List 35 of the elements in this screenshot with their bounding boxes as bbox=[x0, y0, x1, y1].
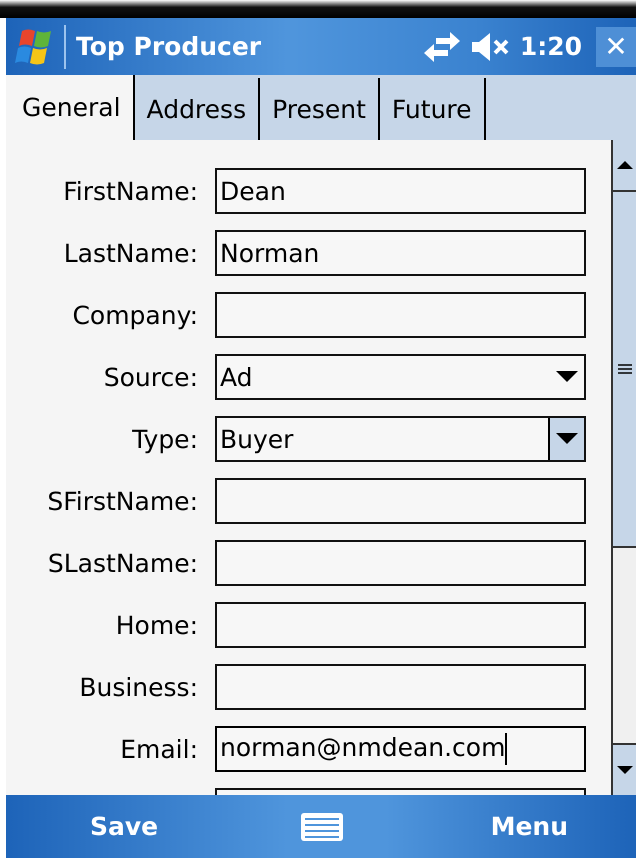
input-field[interactable]: Dean bbox=[215, 168, 586, 214]
dropdown-arrow-icon bbox=[556, 371, 578, 383]
input-field[interactable] bbox=[215, 478, 586, 524]
field-label: SFirstName: bbox=[46, 486, 198, 516]
scroll-up-button[interactable] bbox=[613, 140, 636, 192]
field-label: FirstName: bbox=[62, 176, 198, 206]
field-label: Business: bbox=[78, 672, 198, 702]
connectivity-icon[interactable] bbox=[422, 30, 462, 64]
dropdown-field[interactable]: Buyer bbox=[215, 416, 586, 462]
field-label: Email: bbox=[119, 734, 198, 764]
down-arrow-icon bbox=[616, 765, 632, 775]
field-label: Source: bbox=[102, 362, 198, 392]
up-arrow-icon bbox=[616, 160, 632, 170]
dropdown-arrow-icon bbox=[556, 433, 578, 445]
input-field[interactable]: norman@nmdean.com bbox=[215, 726, 586, 772]
input-field[interactable] bbox=[215, 292, 586, 338]
dropdown-field[interactable]: Ad bbox=[215, 354, 586, 400]
clock-time[interactable]: 1:20 bbox=[520, 32, 582, 61]
field-label: Home: bbox=[114, 610, 198, 640]
input-field[interactable] bbox=[215, 664, 586, 710]
tab[interactable]: General bbox=[6, 75, 135, 140]
field-label: LastName: bbox=[62, 238, 198, 268]
keyboard-icon[interactable] bbox=[300, 812, 344, 842]
input-field[interactable] bbox=[215, 602, 586, 648]
grip-icon bbox=[618, 363, 632, 375]
field-label: Company: bbox=[71, 300, 198, 330]
window-title: Top Producer bbox=[76, 32, 262, 61]
menu-button[interactable]: Menu bbox=[490, 812, 568, 841]
save-button[interactable]: Save bbox=[90, 812, 158, 841]
scrollbar-thumb[interactable] bbox=[613, 192, 636, 548]
scroll-down-button[interactable] bbox=[613, 743, 636, 795]
field-label: SLastName: bbox=[46, 548, 198, 578]
input-field[interactable]: Norman bbox=[215, 230, 586, 276]
field-label: Type: bbox=[131, 424, 198, 454]
input-field[interactable] bbox=[215, 540, 586, 586]
